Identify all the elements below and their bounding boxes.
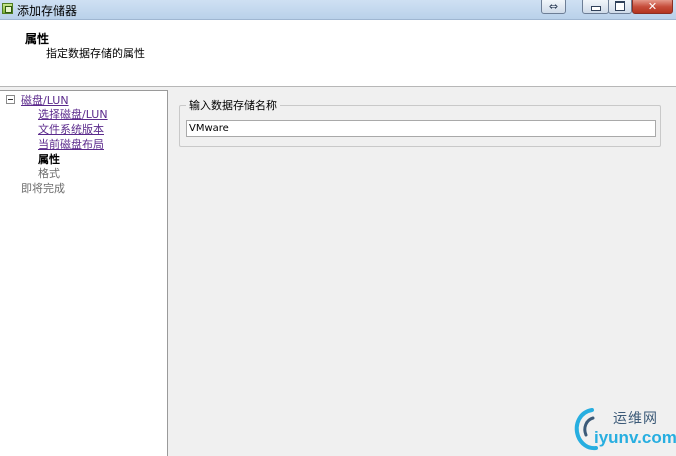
nav-item-fs-version[interactable]: 文件系统版本 xyxy=(38,123,104,136)
add-storage-icon xyxy=(2,3,13,14)
page-subtitle: 指定数据存储的属性 xyxy=(46,47,145,60)
datastore-name-input[interactable] xyxy=(186,120,656,137)
expand-icon: ⇔ xyxy=(548,0,559,13)
expand-button[interactable]: ⇔ xyxy=(541,0,566,14)
close-button[interactable]: ✕ xyxy=(632,0,673,14)
minimize-icon xyxy=(590,6,601,11)
title-bar[interactable]: 添加存储器 ⇔ ✕ xyxy=(0,0,676,20)
add-storage-window: 添加存储器 ⇔ ✕ 属性 指定数据存储的属性 磁盘/LUN 选择磁盘/LUN 文… xyxy=(0,0,676,456)
nav-item-disk-layout[interactable]: 当前磁盘布局 xyxy=(38,138,104,151)
watermark-cn-text: 运维网 xyxy=(613,411,658,427)
collapse-icon[interactable] xyxy=(6,95,15,104)
wizard-header: 属性 指定数据存储的属性 xyxy=(0,20,676,87)
nav-item-properties: 属性 xyxy=(38,153,60,166)
site-watermark: 运维网 iyunv.com xyxy=(570,404,676,454)
nav-item-select-disk[interactable]: 选择磁盘/LUN xyxy=(38,108,108,121)
datastore-name-label: 输入数据存储名称 xyxy=(186,97,280,113)
minimize-button[interactable] xyxy=(582,0,609,14)
maximize-icon xyxy=(615,1,625,11)
maximize-button[interactable] xyxy=(608,0,632,14)
watermark-en-text: iyunv.com xyxy=(594,428,676,447)
wizard-steps-nav: 磁盘/LUN 选择磁盘/LUN 文件系统版本 当前磁盘布局 属性 格式 即将完成 xyxy=(0,90,168,456)
nav-item-ready-to-complete: 即将完成 xyxy=(21,182,65,195)
window-title: 添加存储器 xyxy=(17,4,78,18)
nav-item-format: 格式 xyxy=(38,167,60,180)
close-icon: ✕ xyxy=(647,0,658,13)
properties-panel: 输入数据存储名称 xyxy=(168,90,676,456)
nav-item-disk-lun[interactable]: 磁盘/LUN xyxy=(21,94,69,107)
